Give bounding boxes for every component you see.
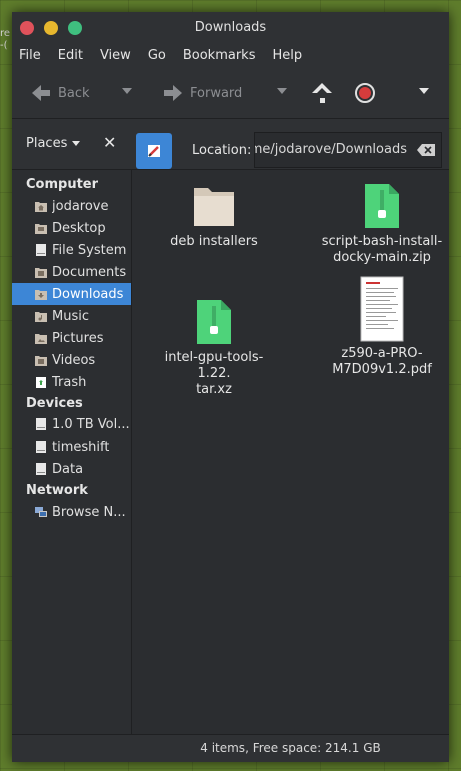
documents-folder-icon: [35, 268, 47, 278]
back-history-dropdown[interactable]: [122, 88, 132, 94]
sidebar-item-volume[interactable]: 1.0 TB Vol...: [12, 413, 131, 435]
location-label: Location:: [192, 143, 252, 158]
menu-view[interactable]: View: [100, 44, 131, 68]
network-icon: [35, 507, 47, 517]
sidebar-item-file-system[interactable]: File System: [12, 239, 131, 261]
drive-icon: [36, 441, 46, 453]
location-bar: Places ✕ Location: me/jodarove/Downloads: [12, 119, 449, 170]
forward-label: Forward: [190, 85, 243, 101]
menu-edit[interactable]: Edit: [58, 44, 83, 68]
file-view: deb installers script-bash-install- dock…: [132, 170, 449, 735]
close-sidebar-icon[interactable]: ✕: [103, 133, 116, 152]
desktop-text: re: [0, 28, 11, 39]
sidebar-heading-computer: Computer: [26, 177, 99, 192]
drive-icon: [36, 244, 46, 256]
videos-folder-icon: [35, 356, 47, 366]
drive-icon: [36, 418, 46, 430]
sidebar-item-data[interactable]: Data: [12, 458, 131, 480]
places-label: Places: [26, 136, 68, 151]
menu-bookmarks[interactable]: Bookmarks: [183, 44, 256, 68]
desktop-text: -(: [0, 40, 8, 51]
location-input[interactable]: me/jodarove/Downloads: [254, 132, 442, 168]
sidebar-item-jodarove[interactable]: jodarove: [12, 195, 131, 217]
sidebar-item-timeshift[interactable]: timeshift: [12, 436, 131, 458]
back-arrow-icon: [32, 85, 50, 101]
music-folder-icon: [35, 312, 47, 322]
sidebar-heading-devices: Devices: [26, 396, 83, 411]
status-text: 4 items, Free space: 214.1 GB: [200, 741, 381, 755]
file-item[interactable]: z590-a-PRO- M7D09v1.2.pdf: [322, 276, 442, 378]
home-folder-icon: [35, 202, 47, 212]
sidebar-item-videos[interactable]: Videos: [12, 349, 131, 371]
menu-file[interactable]: File: [19, 44, 41, 68]
sidebar-item-documents[interactable]: Documents: [12, 261, 131, 283]
status-bar: 4 items, Free space: 214.1 GB: [12, 734, 449, 762]
pictures-folder-icon: [35, 334, 47, 344]
trash-icon: [36, 377, 46, 388]
downloads-folder-icon: [35, 290, 47, 300]
stop-icon[interactable]: [354, 82, 376, 104]
sidebar-heading-network: Network: [26, 483, 88, 498]
sidebar-item-music[interactable]: Music: [12, 305, 131, 327]
drive-icon: [36, 463, 46, 475]
places-sidebar: Computer jodarove Desktop File System Do…: [12, 170, 132, 735]
back-button[interactable]: Back: [30, 82, 90, 104]
file-item[interactable]: intel-gpu-tools-1.22. tar.xz: [154, 298, 274, 398]
sidebar-item-browse-network[interactable]: Browse N...: [12, 501, 131, 523]
pdf-icon: [360, 276, 404, 342]
chevron-down-icon: [72, 141, 81, 146]
sidebar-item-pictures[interactable]: Pictures: [12, 327, 131, 349]
file-item[interactable]: script-bash-install- docky-main.zip: [312, 182, 449, 266]
location-path-text: me/jodarove/Downloads: [254, 142, 407, 157]
archive-icon: [365, 184, 399, 228]
up-icon[interactable]: [310, 81, 334, 107]
clear-backspace-icon[interactable]: [417, 144, 435, 156]
title-bar[interactable]: Downloads: [12, 12, 449, 44]
archive-icon: [197, 300, 231, 344]
sidebar-item-downloads[interactable]: Downloads: [12, 283, 131, 305]
back-label: Back: [58, 85, 90, 101]
folder-icon: [194, 188, 234, 226]
sidebar-item-desktop[interactable]: Desktop: [12, 217, 131, 239]
places-dropdown[interactable]: Places: [26, 136, 81, 151]
file-manager-window: Downloads File Edit View Go Bookmarks He…: [12, 12, 449, 762]
toggle-location-edit-button[interactable]: [136, 133, 172, 169]
forward-arrow-icon: [164, 85, 182, 101]
sidebar-item-trash[interactable]: Trash: [12, 371, 131, 393]
toolbar: Back Forward: [12, 68, 449, 119]
edit-pencil-icon: [148, 145, 160, 157]
file-item[interactable]: deb installers: [154, 182, 274, 250]
menu-bar: File Edit View Go Bookmarks Help: [12, 44, 449, 68]
menu-go[interactable]: Go: [148, 44, 166, 68]
menu-help[interactable]: Help: [272, 44, 302, 68]
forward-button[interactable]: Forward: [162, 82, 242, 104]
forward-history-dropdown[interactable]: [277, 88, 287, 94]
toolbar-menu-dropdown[interactable]: [419, 88, 429, 94]
desktop-folder-icon: [35, 224, 47, 234]
window-title: Downloads: [194, 20, 267, 35]
